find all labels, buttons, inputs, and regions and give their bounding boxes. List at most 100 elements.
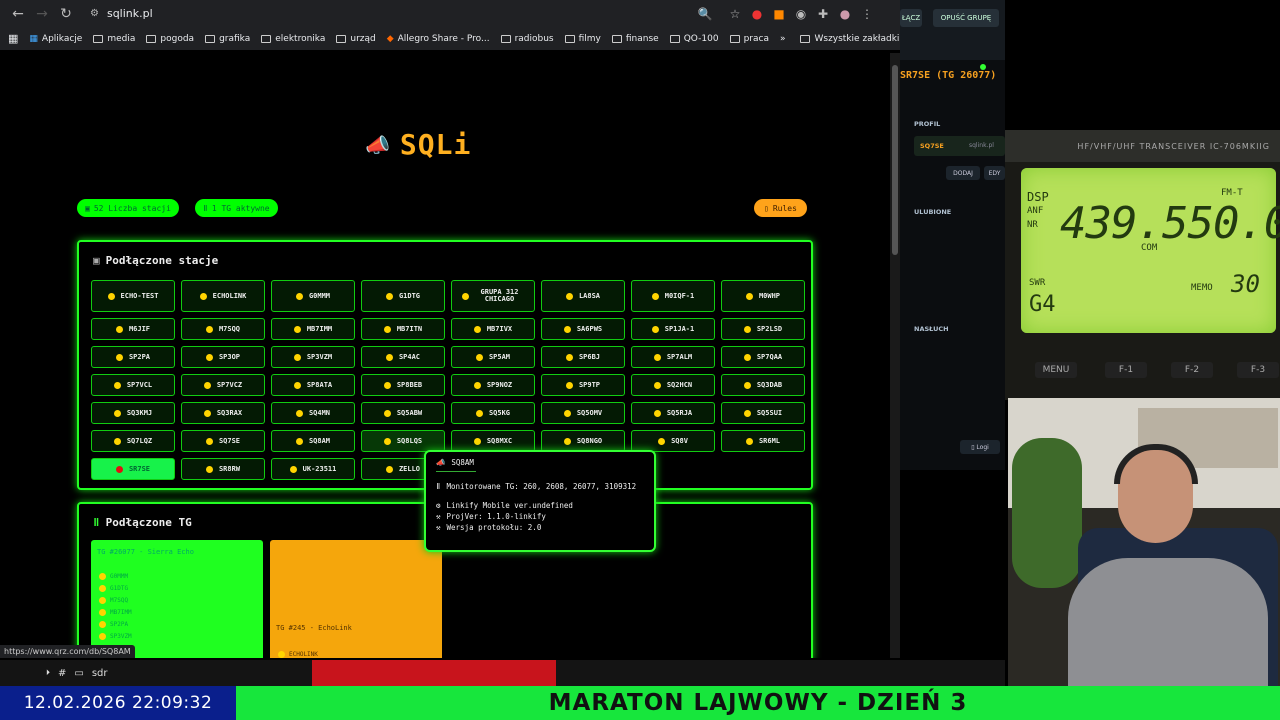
station-sq7lqz[interactable]: SQ7LQZ [91,430,175,452]
edit-button[interactable]: EDY [984,166,1005,180]
station-sq3kmj[interactable]: SQ3KMJ [91,402,175,424]
station-sp3op[interactable]: SP3OP [181,346,265,368]
station-mb7imm[interactable]: MB7IMM [271,318,355,340]
terminal-icon[interactable]: ▭ [74,668,83,679]
station-echolink[interactable]: ECHOLINK [181,280,265,312]
page-scrollbar[interactable] [890,53,900,658]
station-sq8am[interactable]: SQ8AM [271,430,355,452]
zoom-icon[interactable]: 🔍 [694,3,716,25]
station-sq4mn[interactable]: SQ4MN [271,402,355,424]
station-sp8ata[interactable]: SP8ATA [271,374,355,396]
site-settings-icon[interactable]: ⚙ [90,8,99,19]
station-echo-test[interactable]: ECHO-TEST [91,280,175,312]
station-uk-23511[interactable]: UK-23511 [271,458,355,480]
station-sp1ja-1[interactable]: SP1JA-1 [631,318,715,340]
station-m6jif[interactable]: M6JIF [91,318,175,340]
station-m0whp[interactable]: M0WHP [721,280,805,312]
bookmark-aplikacje[interactable]: ▦ Aplikacje [29,34,82,44]
station-sq7se[interactable]: SQ7SE [181,430,265,452]
connect-button[interactable]: ŁĄCZ [900,9,922,27]
bookmark-allegro[interactable]: ◆ Allegro Share - Pro... [387,34,490,44]
back-icon[interactable]: ← [6,2,30,26]
profile-row[interactable]: SQ7SE sqlink.pl [914,136,1005,156]
apps-grid-icon[interactable]: ▦ [8,32,18,45]
station-sq8lqs[interactable]: SQ8LQS [361,430,445,452]
bookmark-elektronika[interactable]: elektronika [261,34,325,44]
station-sp9noz[interactable]: SP9NOZ [451,374,535,396]
station-sq5abw[interactable]: SQ5ABW [361,402,445,424]
station-sq5sui[interactable]: SQ5SUI [721,402,805,424]
rules-button[interactable]: ▯ Rules [754,199,807,217]
reload-icon[interactable]: ↻ [54,2,78,26]
tg-member[interactable]: M7SQQ [99,594,263,606]
station-g0mmm[interactable]: G0MMM [271,280,355,312]
logs-button[interactable]: ▯ Logi [960,440,1000,454]
bookmark-pogoda[interactable]: pogoda [146,34,194,44]
station-sp5am[interactable]: SP5AM [451,346,535,368]
station-sp3vzm[interactable]: SP3VZM [271,346,355,368]
tg-member[interactable]: ECHOLINK [278,648,318,658]
bookmark-grafika[interactable]: grafika [205,34,250,44]
play-icon[interactable]: ⏵ [46,668,50,678]
taskbar-label[interactable]: sdr [92,668,108,679]
bookmark-all[interactable]: Wszystkie zakładki [800,34,899,44]
tg-card-245[interactable]: TG #245 - EchoLink ECHOLINK [270,540,442,658]
tg-member[interactable]: SP3VZM [99,630,263,642]
bookmark-finanse[interactable]: finanse [611,34,659,44]
leave-group-button[interactable]: OPUŚĆ GRUPĘ [933,9,999,27]
bookmark-qo100[interactable]: QO-100 [669,34,719,44]
station-sq5kg[interactable]: SQ5KG [451,402,535,424]
tg-member[interactable]: G1DTG [99,582,263,594]
bookmarks-more[interactable]: » [780,34,786,44]
forward-icon[interactable]: → [30,2,54,26]
extension-rss-icon[interactable]: ■ [768,3,790,25]
station-sp4ac[interactable]: SP4AC [361,346,445,368]
station-sq8v[interactable]: SQ8V [631,430,715,452]
station-sq3dab[interactable]: SQ3DAB [721,374,805,396]
station-sp6bj[interactable]: SP6BJ [541,346,625,368]
station-sq3rax[interactable]: SQ3RAX [181,402,265,424]
station-g1dtg[interactable]: G1DTG [361,280,445,312]
station-sq8ngo[interactable]: SQ8NGO [541,430,625,452]
station-sp7vcz[interactable]: SP7VCZ [181,374,265,396]
tg-member[interactable]: SP2PA [99,618,263,630]
station-sp9tp[interactable]: SP9TP [541,374,625,396]
station-la8sa[interactable]: LA8SA [541,280,625,312]
station-sa6pws[interactable]: SA6PWS [541,318,625,340]
station-sr6ml[interactable]: SR6ML [721,430,805,452]
station-mb7ivx[interactable]: MB7IVX [451,318,535,340]
extensions-puzzle-icon[interactable]: ✚ [812,3,834,25]
scrollbar-thumb[interactable] [892,65,898,255]
tg-member[interactable]: G0MMM [99,570,263,582]
bookmark-media[interactable]: media [93,34,135,44]
profile-avatar-icon[interactable]: ● [834,3,856,25]
station-sq5rja[interactable]: SQ5RJA [631,402,715,424]
bookmark-star-icon[interactable]: ☆ [724,3,746,25]
station-sp2pa[interactable]: SP2PA [91,346,175,368]
tg-member[interactable]: MB7IMM [99,606,263,618]
tg-card-26077[interactable]: TG #26077 - Sierra Echo G0MMM G1DTG M7SQQ M… [91,540,263,658]
station-sq5omv[interactable]: SQ5OMV [541,402,625,424]
bookmark-praca[interactable]: praca [729,34,769,44]
station-sp8beb[interactable]: SP8BEB [361,374,445,396]
station-sr8rw[interactable]: SR8RW [181,458,265,480]
extension-abp-icon[interactable]: ● [746,3,768,25]
station-m0iqf-1[interactable]: M0IQF-1 [631,280,715,312]
station-sp2lsd[interactable]: SP2LSD [721,318,805,340]
add-button[interactable]: DODAJ [946,166,980,180]
hash-icon[interactable]: # [58,668,66,679]
extension-camera-icon[interactable]: ◉ [790,3,812,25]
address-bar[interactable]: ⚙ sqlink.pl 🔍 ☆ [86,3,746,25]
station-mb7itn[interactable]: MB7ITN [361,318,445,340]
station-grupa-312-chicago[interactable]: GRUPA 312 CHICAGO [451,280,535,312]
station-m7sqq[interactable]: M7SQQ [181,318,265,340]
station-sp7alm[interactable]: SP7ALM [631,346,715,368]
station-sp7qaa[interactable]: SP7QAA [721,346,805,368]
menu-kebab-icon[interactable]: ⋮ [856,3,878,25]
station-sq8mxc[interactable]: SQ8MXC [451,430,535,452]
station-sq2hcn[interactable]: SQ2HCN [631,374,715,396]
station-sr7se[interactable]: SR7SE [91,458,175,480]
bookmark-radiobus[interactable]: radiobus [500,34,554,44]
station-sp7vcl[interactable]: SP7VCL [91,374,175,396]
bookmark-urzad[interactable]: urząd [336,34,376,44]
